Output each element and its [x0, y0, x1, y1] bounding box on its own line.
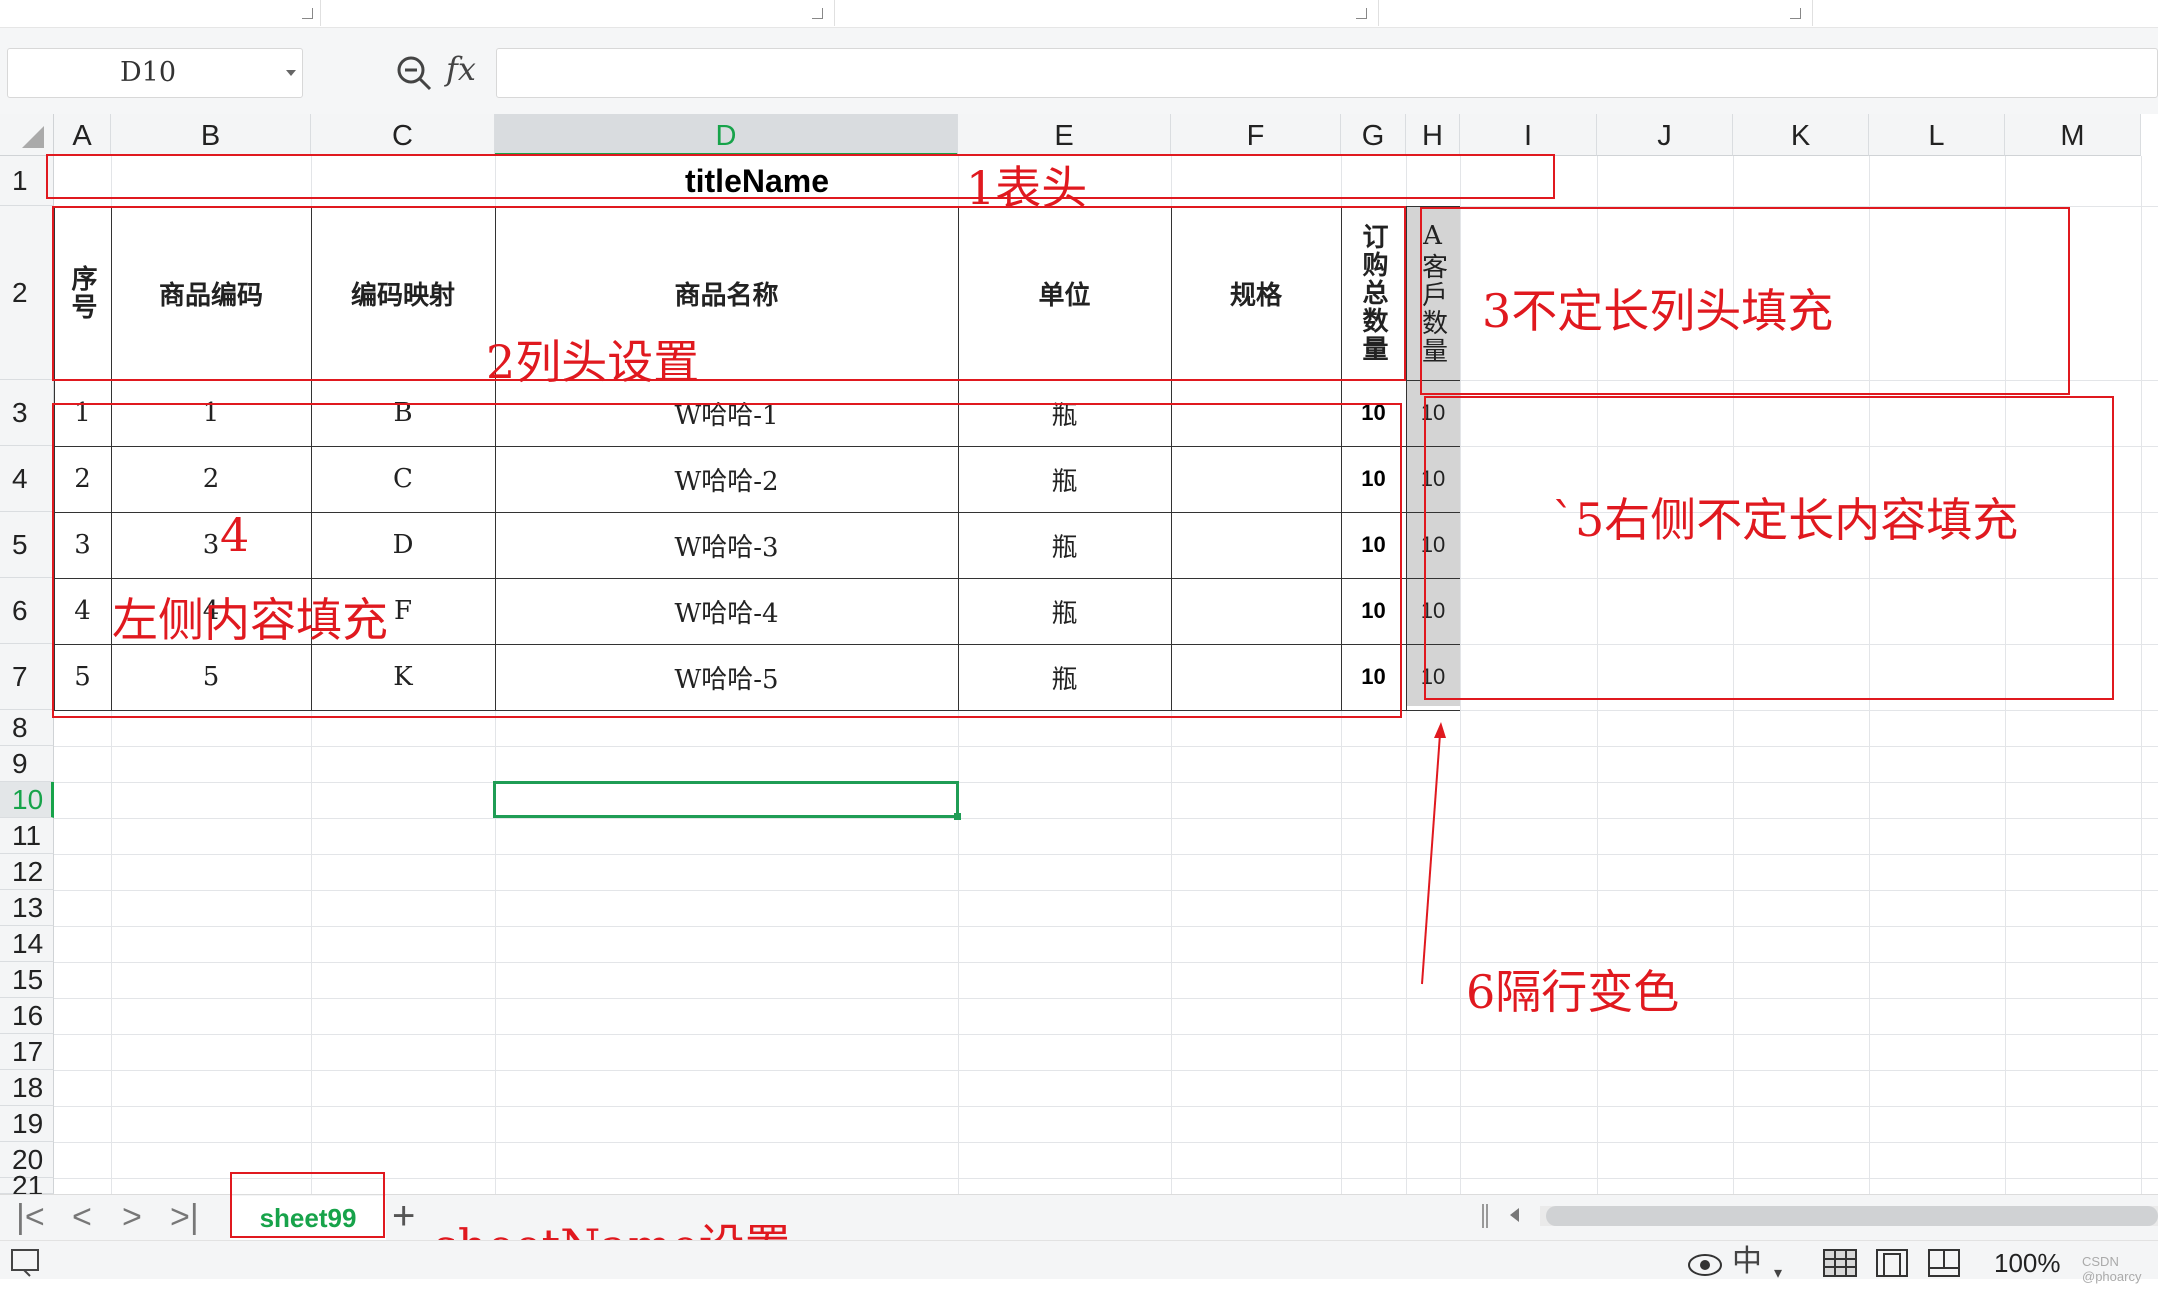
- chevron-down-icon[interactable]: [286, 70, 296, 76]
- arrow-up-icon: [1421, 722, 1446, 985]
- column-header-I[interactable]: I: [1460, 114, 1597, 156]
- prev-sheet-icon[interactable]: <: [72, 1200, 92, 1234]
- row-header-14[interactable]: 14: [0, 926, 54, 962]
- ribbon-separator: [320, 0, 321, 26]
- annotation-left-num: 4: [220, 508, 250, 562]
- column-header-G[interactable]: G: [1341, 114, 1406, 156]
- annotation-box-col-header: [52, 206, 1406, 381]
- ribbon-separator: [1812, 0, 1813, 26]
- scroll-split-handle[interactable]: [1482, 1204, 1488, 1228]
- row-header-11[interactable]: 11: [0, 818, 54, 854]
- row-header-13[interactable]: 13: [0, 890, 54, 926]
- column-header-B[interactable]: B: [111, 114, 311, 156]
- chevron-down-icon[interactable]: ▾: [1774, 1258, 1782, 1290]
- row-header-9[interactable]: 9: [0, 746, 54, 782]
- row-header-16[interactable]: 16: [0, 998, 54, 1034]
- annotation-box-left-content: [52, 403, 1402, 718]
- column-header-C[interactable]: C: [311, 114, 495, 156]
- ribbon-group-launcher[interactable]: [1790, 8, 1801, 19]
- grid-line: [54, 746, 2158, 747]
- row-header-5[interactable]: 5: [0, 512, 54, 578]
- active-cell-D10[interactable]: [493, 781, 959, 818]
- row-header-10[interactable]: 10: [0, 782, 54, 818]
- zoom-search-icon[interactable]: [392, 52, 436, 96]
- grid-line: [54, 818, 2158, 819]
- grid-line: [54, 962, 2158, 963]
- column-header-D[interactable]: D: [495, 114, 958, 156]
- row-header-12[interactable]: 12: [0, 854, 54, 890]
- grid-line: [54, 1142, 2158, 1143]
- grid-line: [2141, 156, 2142, 1196]
- row-header-3[interactable]: 3: [0, 380, 54, 446]
- column-header-H[interactable]: H: [1406, 114, 1460, 156]
- row-header-4[interactable]: 4: [0, 446, 54, 512]
- page-break-view-icon[interactable]: [1926, 1248, 1962, 1278]
- annotation-col-header: 2列头设置: [486, 335, 700, 389]
- horizontal-scroll-thumb[interactable]: [1546, 1206, 2158, 1226]
- row-header-8[interactable]: 8: [0, 710, 54, 746]
- grid-line: [54, 854, 2158, 855]
- name-box[interactable]: D10: [7, 48, 303, 98]
- row-header-15[interactable]: 15: [0, 962, 54, 998]
- column-header-E[interactable]: E: [958, 114, 1171, 156]
- eye-protection-icon[interactable]: [1686, 1250, 1724, 1278]
- ribbon-strip: [0, 0, 2158, 28]
- ribbon-separator: [1378, 0, 1379, 26]
- column-header-F[interactable]: F: [1171, 114, 1341, 156]
- annotation-left-content: 左侧内容填充: [112, 593, 388, 647]
- row-header-19[interactable]: 19: [0, 1106, 54, 1142]
- row-header-2[interactable]: 2: [0, 206, 54, 380]
- column-header-K[interactable]: K: [1733, 114, 1869, 156]
- column-header-M[interactable]: M: [2005, 114, 2141, 156]
- row-header-17[interactable]: 17: [0, 1034, 54, 1070]
- add-sheet-button[interactable]: +: [392, 1196, 415, 1236]
- grid-line: [54, 1034, 2158, 1035]
- input-mode-icon[interactable]: 中: [1732, 1246, 1762, 1278]
- annotation-right-content: `5右侧不定长内容填充: [1552, 493, 2019, 547]
- page-layout-view-icon[interactable]: [1874, 1248, 1910, 1278]
- row-header-18[interactable]: 18: [0, 1070, 54, 1106]
- scroll-left-icon[interactable]: [1510, 1208, 1519, 1222]
- grid-line: [54, 782, 2158, 783]
- annotation-box-sheet-name: [230, 1172, 385, 1238]
- grid-line: [54, 890, 2158, 891]
- formula-input[interactable]: [496, 48, 2158, 98]
- column-header-J[interactable]: J: [1597, 114, 1733, 156]
- watermark: CSDN @phoarcy: [2082, 1254, 2142, 1284]
- zoom-level[interactable]: 100%: [1994, 1248, 2061, 1279]
- grid-line: [54, 926, 2158, 927]
- annotation-row-color: 6隔行变色: [1466, 965, 1680, 1019]
- ribbon-group-launcher[interactable]: [302, 8, 313, 19]
- column-header-A[interactable]: A: [54, 114, 111, 156]
- grid-line: [54, 1070, 2158, 1071]
- annotation-dynamic-col-header: 3不定长列头填充: [1482, 284, 1834, 338]
- normal-view-icon[interactable]: [1820, 1248, 1860, 1278]
- row-header-6[interactable]: 6: [0, 578, 54, 644]
- fill-handle[interactable]: [954, 813, 961, 820]
- next-sheet-icon[interactable]: >: [122, 1200, 142, 1234]
- column-header-L[interactable]: L: [1869, 114, 2005, 156]
- corner-triangle-icon: [22, 126, 44, 148]
- ribbon-group-launcher[interactable]: [812, 8, 823, 19]
- row-header-21[interactable]: 21: [0, 1170, 54, 1201]
- ribbon-separator: [834, 0, 835, 26]
- fx-icon[interactable]: fx: [446, 50, 476, 88]
- grid-line: [54, 1106, 2158, 1107]
- row-header-7[interactable]: 7: [0, 644, 54, 710]
- last-sheet-icon[interactable]: >|: [170, 1200, 199, 1234]
- annotation-box-header: [46, 154, 1555, 199]
- grid-line: [54, 998, 2158, 999]
- macro-record-icon[interactable]: [10, 1248, 46, 1278]
- ribbon-group-launcher[interactable]: [1356, 8, 1367, 19]
- first-sheet-icon[interactable]: |<: [16, 1200, 45, 1234]
